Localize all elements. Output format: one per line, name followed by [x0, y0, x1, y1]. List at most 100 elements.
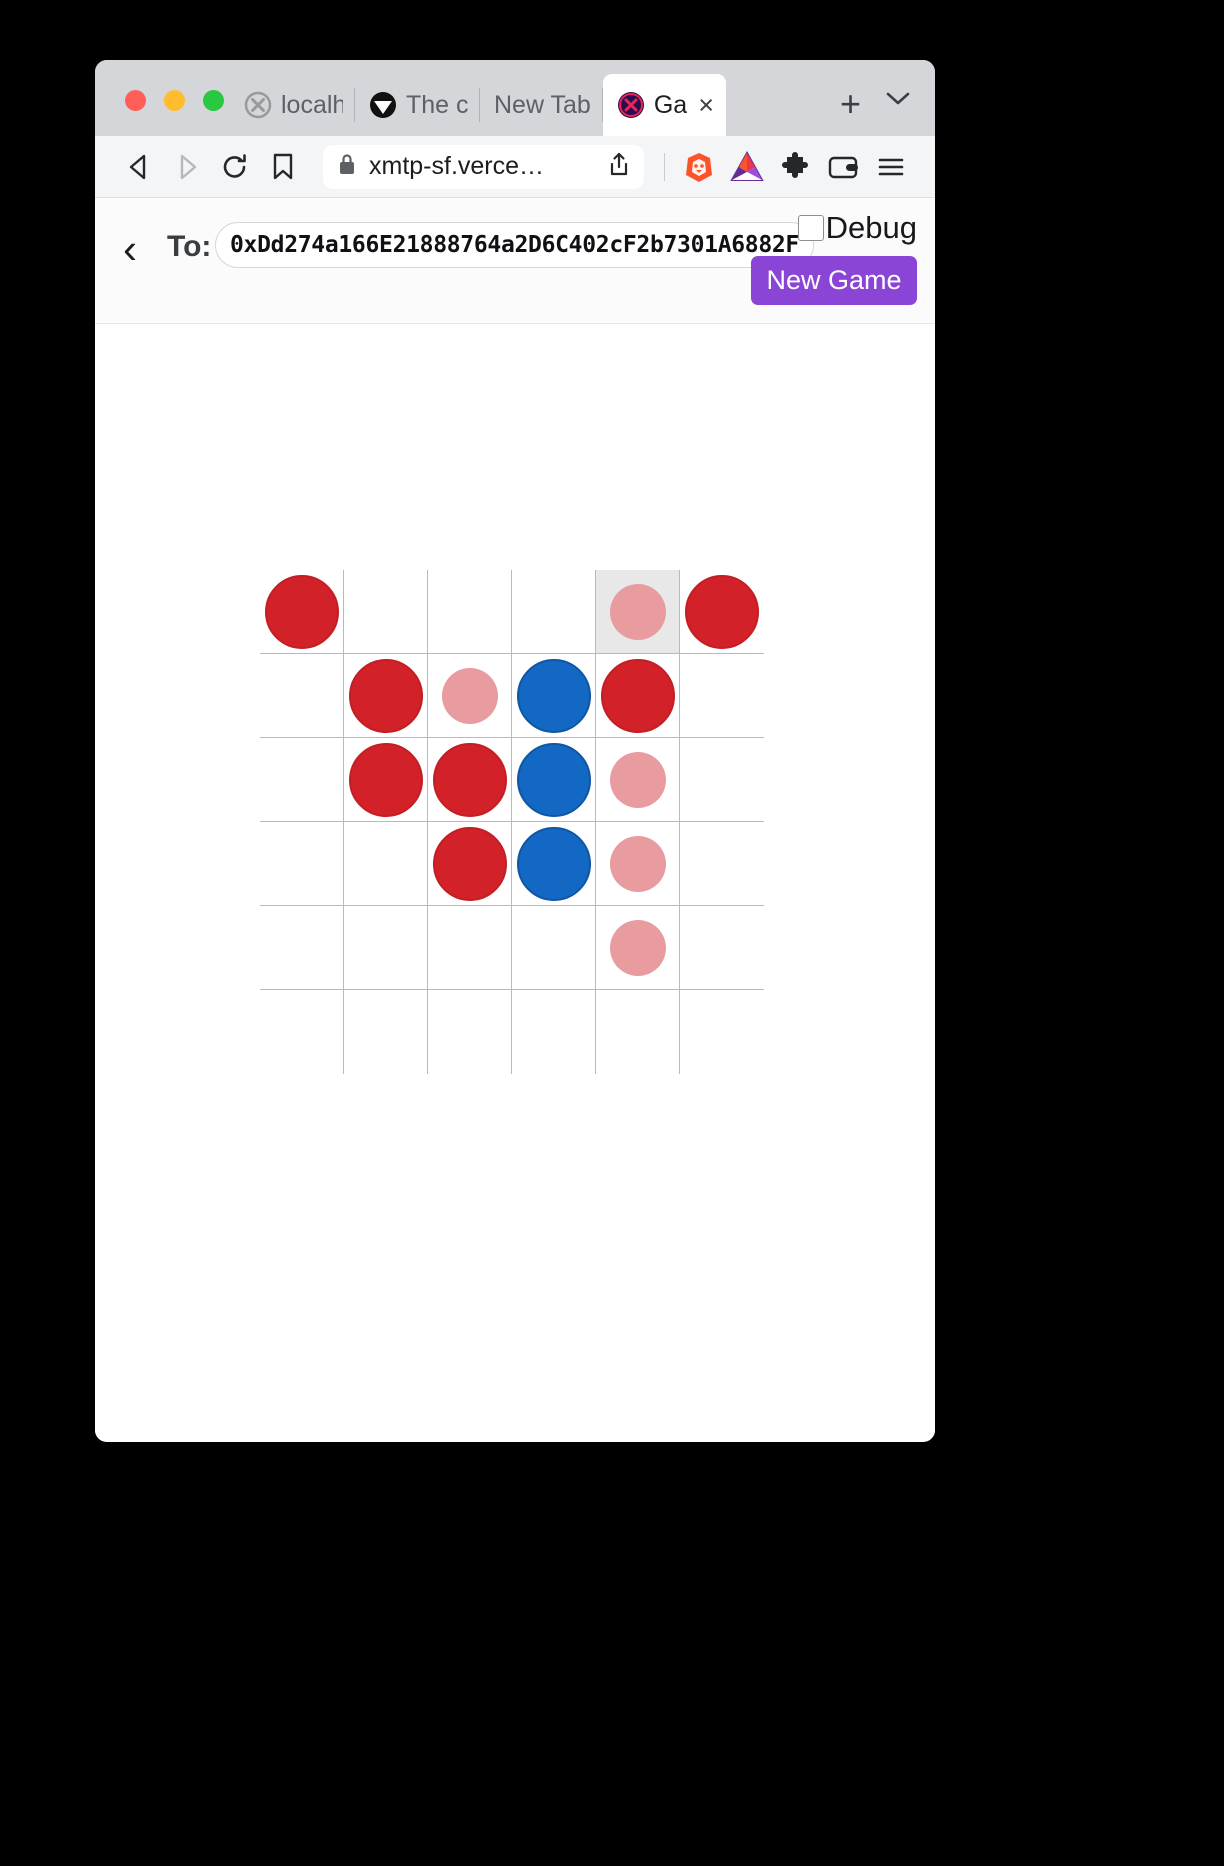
window-controls	[125, 90, 224, 111]
board-cell-r1-c1[interactable]	[344, 654, 428, 738]
hamburger-menu-icon[interactable]	[867, 143, 915, 191]
blue-piece	[516, 658, 591, 733]
board-cell-r0-c5[interactable]	[680, 570, 764, 654]
board-cell-r5-c4[interactable]	[596, 990, 680, 1074]
board-cell-r2-c0[interactable]	[260, 738, 344, 822]
board-cell-r1-c5[interactable]	[680, 654, 764, 738]
board-cell-r1-c0[interactable]	[260, 654, 344, 738]
board-cell-r1-c4[interactable]	[596, 654, 680, 738]
minimize-window-button[interactable]	[164, 90, 185, 111]
xmtp-grey-icon	[244, 91, 272, 119]
tab-title: localho	[281, 92, 343, 118]
blue-piece	[516, 742, 591, 817]
maximize-window-button[interactable]	[203, 90, 224, 111]
reload-icon[interactable]	[211, 143, 259, 191]
board-cell-r0-c0[interactable]	[260, 570, 344, 654]
close-icon[interactable]: ×	[698, 91, 714, 119]
board-cell-r5-c0[interactable]	[260, 990, 344, 1074]
board-cell-r1-c3[interactable]	[512, 654, 596, 738]
tab-the-co[interactable]: The co	[355, 74, 480, 136]
bookmark-icon[interactable]	[259, 143, 307, 191]
board-cell-r1-c2[interactable]	[428, 654, 512, 738]
ghost-piece	[609, 751, 666, 808]
board-cell-r3-c3[interactable]	[512, 822, 596, 906]
tab-list: localho The co New Tab	[230, 60, 726, 136]
red-piece	[432, 742, 507, 817]
red-piece	[264, 574, 339, 649]
board-cell-r0-c4[interactable]	[596, 570, 680, 654]
share-icon[interactable]	[608, 151, 630, 182]
board-cell-r4-c3[interactable]	[512, 906, 596, 990]
browser-window: localho The co New Tab	[95, 60, 935, 1442]
close-window-button[interactable]	[125, 90, 146, 111]
bat-triangle-icon[interactable]	[723, 143, 771, 191]
board-cell-r3-c4[interactable]	[596, 822, 680, 906]
board-cell-r5-c5[interactable]	[680, 990, 764, 1074]
debug-toggle[interactable]: Debug	[797, 210, 917, 245]
red-piece	[432, 826, 507, 901]
board-cell-r4-c5[interactable]	[680, 906, 764, 990]
board-cell-r4-c1[interactable]	[344, 906, 428, 990]
game-board[interactable]	[260, 570, 764, 1074]
tab-title: Ga	[653, 92, 688, 118]
ghost-piece	[609, 835, 666, 892]
ghost-piece	[609, 583, 666, 640]
recipient-address-text: 0xDd274a166E21888764a2D6C402cF2b7301A688…	[230, 232, 799, 258]
new-game-button[interactable]: New Game	[751, 256, 917, 305]
back-triangle-icon[interactable]	[115, 143, 163, 191]
tab-title: The co	[406, 92, 468, 118]
ghost-piece	[609, 919, 666, 976]
tab-game[interactable]: Ga ×	[602, 74, 726, 136]
chevron-down-icon[interactable]	[885, 90, 911, 106]
board-cell-r3-c1[interactable]	[344, 822, 428, 906]
forward-triangle-icon[interactable]	[163, 143, 211, 191]
black-circle-icon	[369, 91, 397, 119]
board-cell-r2-c2[interactable]	[428, 738, 512, 822]
red-piece	[600, 658, 675, 733]
app-body	[95, 324, 935, 1441]
puzzle-piece-icon[interactable]	[771, 143, 819, 191]
toolbar-divider	[664, 152, 665, 181]
board-cell-r4-c0[interactable]	[260, 906, 344, 990]
board-cell-r0-c2[interactable]	[428, 570, 512, 654]
board-cell-r2-c4[interactable]	[596, 738, 680, 822]
red-piece	[348, 742, 423, 817]
board-cell-r5-c1[interactable]	[344, 990, 428, 1074]
address-bar[interactable]: xmtp-sf.verce…	[323, 144, 644, 189]
board-cell-r4-c4[interactable]	[596, 906, 680, 990]
tab-new-tab[interactable]: New Tab	[480, 74, 603, 136]
toolbar-actions	[654, 143, 915, 191]
wallet-icon[interactable]	[819, 143, 867, 191]
board-cell-r2-c1[interactable]	[344, 738, 428, 822]
ghost-piece	[441, 667, 498, 724]
board-cell-r5-c2[interactable]	[428, 990, 512, 1074]
tab-title: New Tab	[494, 92, 591, 118]
recipient-address-field[interactable]: 0xDd274a166E21888764a2D6C402cF2b7301A688…	[215, 222, 814, 268]
board-cell-r2-c3[interactable]	[512, 738, 596, 822]
board-cell-r3-c5[interactable]	[680, 822, 764, 906]
board-cell-r3-c0[interactable]	[260, 822, 344, 906]
app-header: ‹ To: 0xDd274a166E21888764a2D6C402cF2b73…	[95, 198, 935, 324]
tab-strip: localho The co New Tab	[95, 60, 935, 136]
tab-localhost[interactable]: localho	[230, 74, 355, 136]
blue-piece	[516, 826, 591, 901]
back-button[interactable]: ‹	[123, 228, 137, 270]
browser-toolbar: xmtp-sf.verce…	[95, 136, 935, 198]
debug-checkbox[interactable]	[797, 214, 824, 241]
red-piece	[348, 658, 423, 733]
board-cell-r3-c2[interactable]	[428, 822, 512, 906]
red-piece	[685, 574, 759, 649]
board-cell-r2-c5[interactable]	[680, 738, 764, 822]
board-cell-r0-c3[interactable]	[512, 570, 596, 654]
board-cell-r4-c2[interactable]	[428, 906, 512, 990]
new-tab-button[interactable]: +	[840, 86, 861, 122]
board-cell-r5-c3[interactable]	[512, 990, 596, 1074]
xmtp-purple-icon	[617, 91, 645, 119]
lock-icon	[337, 152, 357, 181]
debug-label: Debug	[825, 210, 917, 245]
brave-lion-icon[interactable]	[675, 143, 723, 191]
board-cell-r0-c1[interactable]	[344, 570, 428, 654]
url-text: xmtp-sf.verce…	[369, 152, 545, 180]
to-label: To:	[167, 230, 212, 263]
screen: localho The co New Tab	[0, 0, 1224, 1866]
